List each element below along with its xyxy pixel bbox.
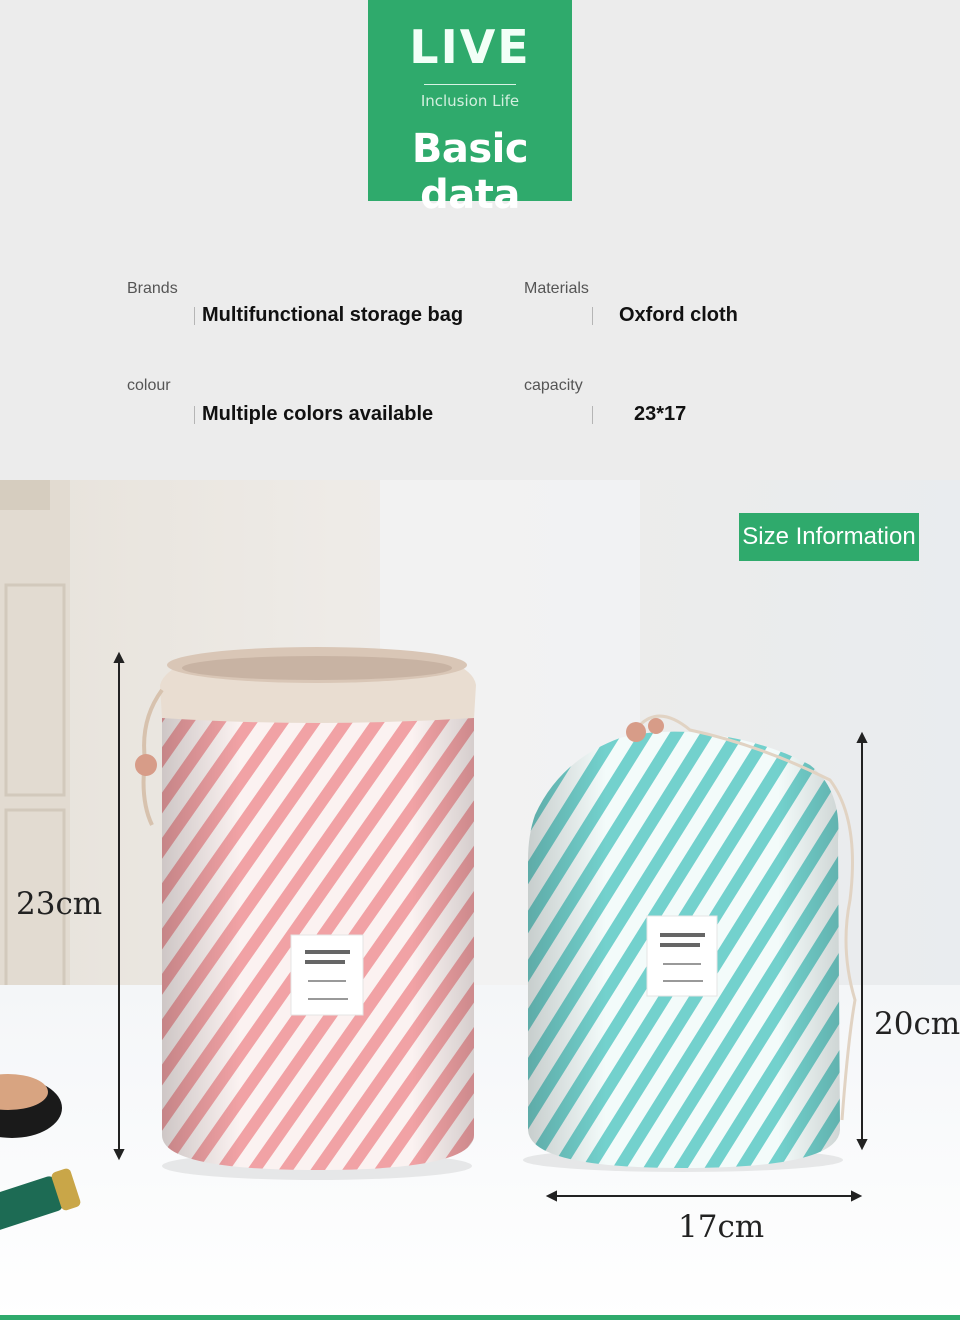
product-photo [0,480,960,1320]
colour-value: Multiple colors available [202,403,434,425]
badge-divider [424,84,516,85]
badge-subtitle: Inclusion Life [420,92,520,110]
brands-value: Multifunctional storage bag [202,304,464,326]
section-title: Basic data [411,126,529,218]
colour-divider [194,406,195,424]
materials-value: Oxford cloth [619,304,738,326]
brands-divider [194,307,195,325]
teal-bag [523,714,857,1172]
live-badge: LIVE Inclusion Life Basic data [368,0,572,218]
materials-label: Materials [524,280,589,297]
height-label-23cm: 23cm [16,886,103,922]
capacity-value: 23*17 [634,403,687,425]
width-label-17cm: 17cm [678,1209,765,1245]
height-label-20cm: 20cm [874,1006,960,1042]
capacity-label: capacity [524,377,583,394]
live-logo-text: LIVE [409,20,531,74]
brands-label: Brands [127,280,178,297]
capacity-divider [592,406,593,424]
basic-data-section: LIVE Inclusion Life Basic data Brands Mu… [0,0,960,480]
size-information-button[interactable]: Size Information [739,513,919,561]
colour-label: colour [127,377,171,394]
pink-bag [135,647,476,1180]
materials-divider [592,307,593,325]
